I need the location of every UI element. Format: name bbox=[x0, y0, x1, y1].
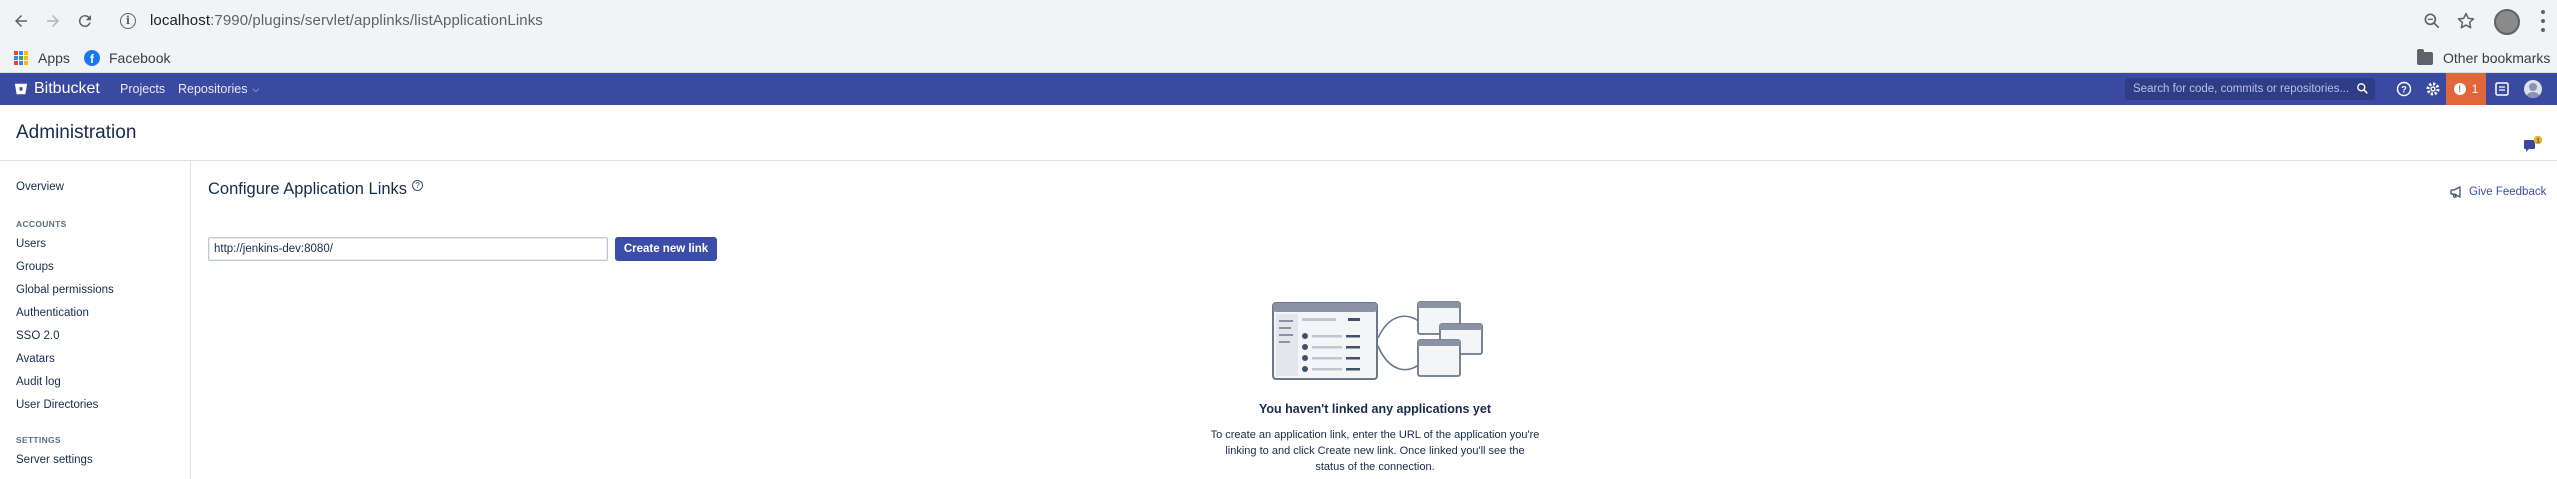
bookmark-label: Apps bbox=[38, 50, 70, 66]
bitbucket-icon bbox=[14, 83, 28, 95]
app-header: Bitbucket Projects Repositories ⌵ Search … bbox=[0, 73, 2557, 105]
svg-text:1: 1 bbox=[2536, 137, 2540, 144]
notifications-button[interactable]: ! 1 bbox=[2446, 73, 2486, 105]
sidebar-item-users[interactable]: Users bbox=[16, 238, 46, 250]
bookmark-apps[interactable]: Apps bbox=[14, 43, 70, 73]
sidebar-item-user-directories[interactable]: User Directories bbox=[16, 399, 98, 411]
search-input[interactable]: Search for code, commits or repositories… bbox=[2125, 78, 2375, 100]
notification-count: 1 bbox=[2471, 82, 2479, 96]
address-bar[interactable]: i localhost:7990/plugins/servlet/applink… bbox=[110, 4, 2460, 37]
chevron-down-icon: ⌵ bbox=[252, 83, 260, 94]
sidebar-heading-settings: SETTINGS bbox=[16, 435, 61, 445]
give-feedback-label: Give Feedback bbox=[2469, 186, 2547, 198]
url-path: :7990/plugins/servlet/applinks/listAppli… bbox=[210, 12, 543, 29]
logo-text: Bitbucket bbox=[34, 80, 100, 97]
nav-projects[interactable]: Projects bbox=[120, 73, 165, 105]
nav-repositories[interactable]: Repositories ⌵ bbox=[178, 73, 259, 105]
give-feedback-link[interactable]: Give Feedback bbox=[2450, 186, 2546, 198]
back-button[interactable] bbox=[8, 8, 34, 34]
address-url: localhost:7990/plugins/servlet/applinks/… bbox=[150, 12, 543, 29]
sidebar-item-sso[interactable]: SSO 2.0 bbox=[16, 330, 59, 342]
sidebar-item-overview[interactable]: Overview bbox=[16, 181, 64, 193]
search-icon bbox=[2357, 83, 2368, 94]
browser-menu-icon[interactable] bbox=[2540, 10, 2546, 32]
application-url-input[interactable] bbox=[208, 237, 608, 261]
arrow-right-icon bbox=[47, 15, 59, 27]
arrow-left-icon bbox=[15, 15, 27, 27]
apps-grid-icon bbox=[14, 51, 28, 65]
sidebar-item-avatars[interactable]: Avatars bbox=[16, 353, 55, 365]
alert-icon: ! bbox=[2453, 83, 2466, 95]
create-new-link-button[interactable]: Create new link bbox=[615, 237, 717, 261]
bookmark-label: Facebook bbox=[109, 50, 171, 66]
search-placeholder: Search for code, commits or repositories… bbox=[2133, 83, 2350, 95]
gear-icon[interactable] bbox=[2425, 81, 2441, 97]
reload-icon bbox=[78, 15, 91, 28]
sidebar-item-groups[interactable]: Groups bbox=[16, 261, 54, 273]
facebook-icon: f bbox=[84, 50, 100, 66]
zoom-icon[interactable] bbox=[2422, 11, 2442, 31]
sidebar-item-audit-log[interactable]: Audit log bbox=[16, 376, 61, 388]
page-header: Administration 1 bbox=[0, 105, 2557, 161]
other-bookmarks[interactable]: Other bookmarks bbox=[2417, 43, 2550, 73]
section-title: Configure Application Links ? bbox=[208, 180, 424, 199]
sidebar-heading-accounts: ACCOUNTS bbox=[16, 219, 67, 229]
other-bookmarks-label: Other bookmarks bbox=[2443, 50, 2551, 66]
bookmark-facebook[interactable]: f Facebook bbox=[84, 43, 170, 73]
sidebar-item-global-permissions[interactable]: Global permissions bbox=[16, 284, 114, 296]
url-host: localhost bbox=[150, 12, 211, 29]
sidebar-item-authentication[interactable]: Authentication bbox=[16, 307, 89, 319]
info-icon[interactable]: i bbox=[120, 12, 136, 29]
admin-sidebar: Overview ACCOUNTS Users Groups Global pe… bbox=[0, 161, 191, 479]
forward-button[interactable] bbox=[40, 8, 66, 34]
reload-button[interactable] bbox=[72, 8, 98, 34]
user-avatar[interactable] bbox=[2524, 80, 2542, 98]
section-title-text: Configure Application Links bbox=[208, 180, 408, 198]
megaphone-icon bbox=[2450, 186, 2461, 198]
empty-state-description: To create an application link, enter the… bbox=[1210, 429, 1540, 473]
profile-avatar[interactable] bbox=[2494, 9, 2520, 35]
whats-new-icon[interactable]: 1 bbox=[2523, 135, 2543, 153]
nav-label: Projects bbox=[120, 82, 166, 96]
browser-toolbar: i localhost:7990/plugins/servlet/applink… bbox=[0, 0, 2557, 43]
nav-label: Repositories bbox=[178, 82, 248, 96]
linked-apps-illustration bbox=[1272, 301, 1483, 380]
help-icon[interactable]: ? bbox=[2396, 81, 2412, 97]
question-icon[interactable]: ? bbox=[412, 180, 424, 191]
page-title: Administration bbox=[16, 122, 137, 143]
empty-state-title: You haven't linked any applications yet bbox=[1259, 402, 1491, 416]
sidebar-item-server-settings[interactable]: Server settings bbox=[16, 454, 93, 466]
bookmarks-bar: Apps f Facebook Other bookmarks bbox=[0, 43, 2557, 73]
bitbucket-logo[interactable]: Bitbucket bbox=[14, 73, 100, 105]
svg-text:?: ? bbox=[2401, 85, 2407, 95]
folder-icon bbox=[2417, 48, 2433, 65]
inbox-icon[interactable] bbox=[2494, 81, 2510, 97]
star-icon[interactable] bbox=[2456, 11, 2476, 31]
